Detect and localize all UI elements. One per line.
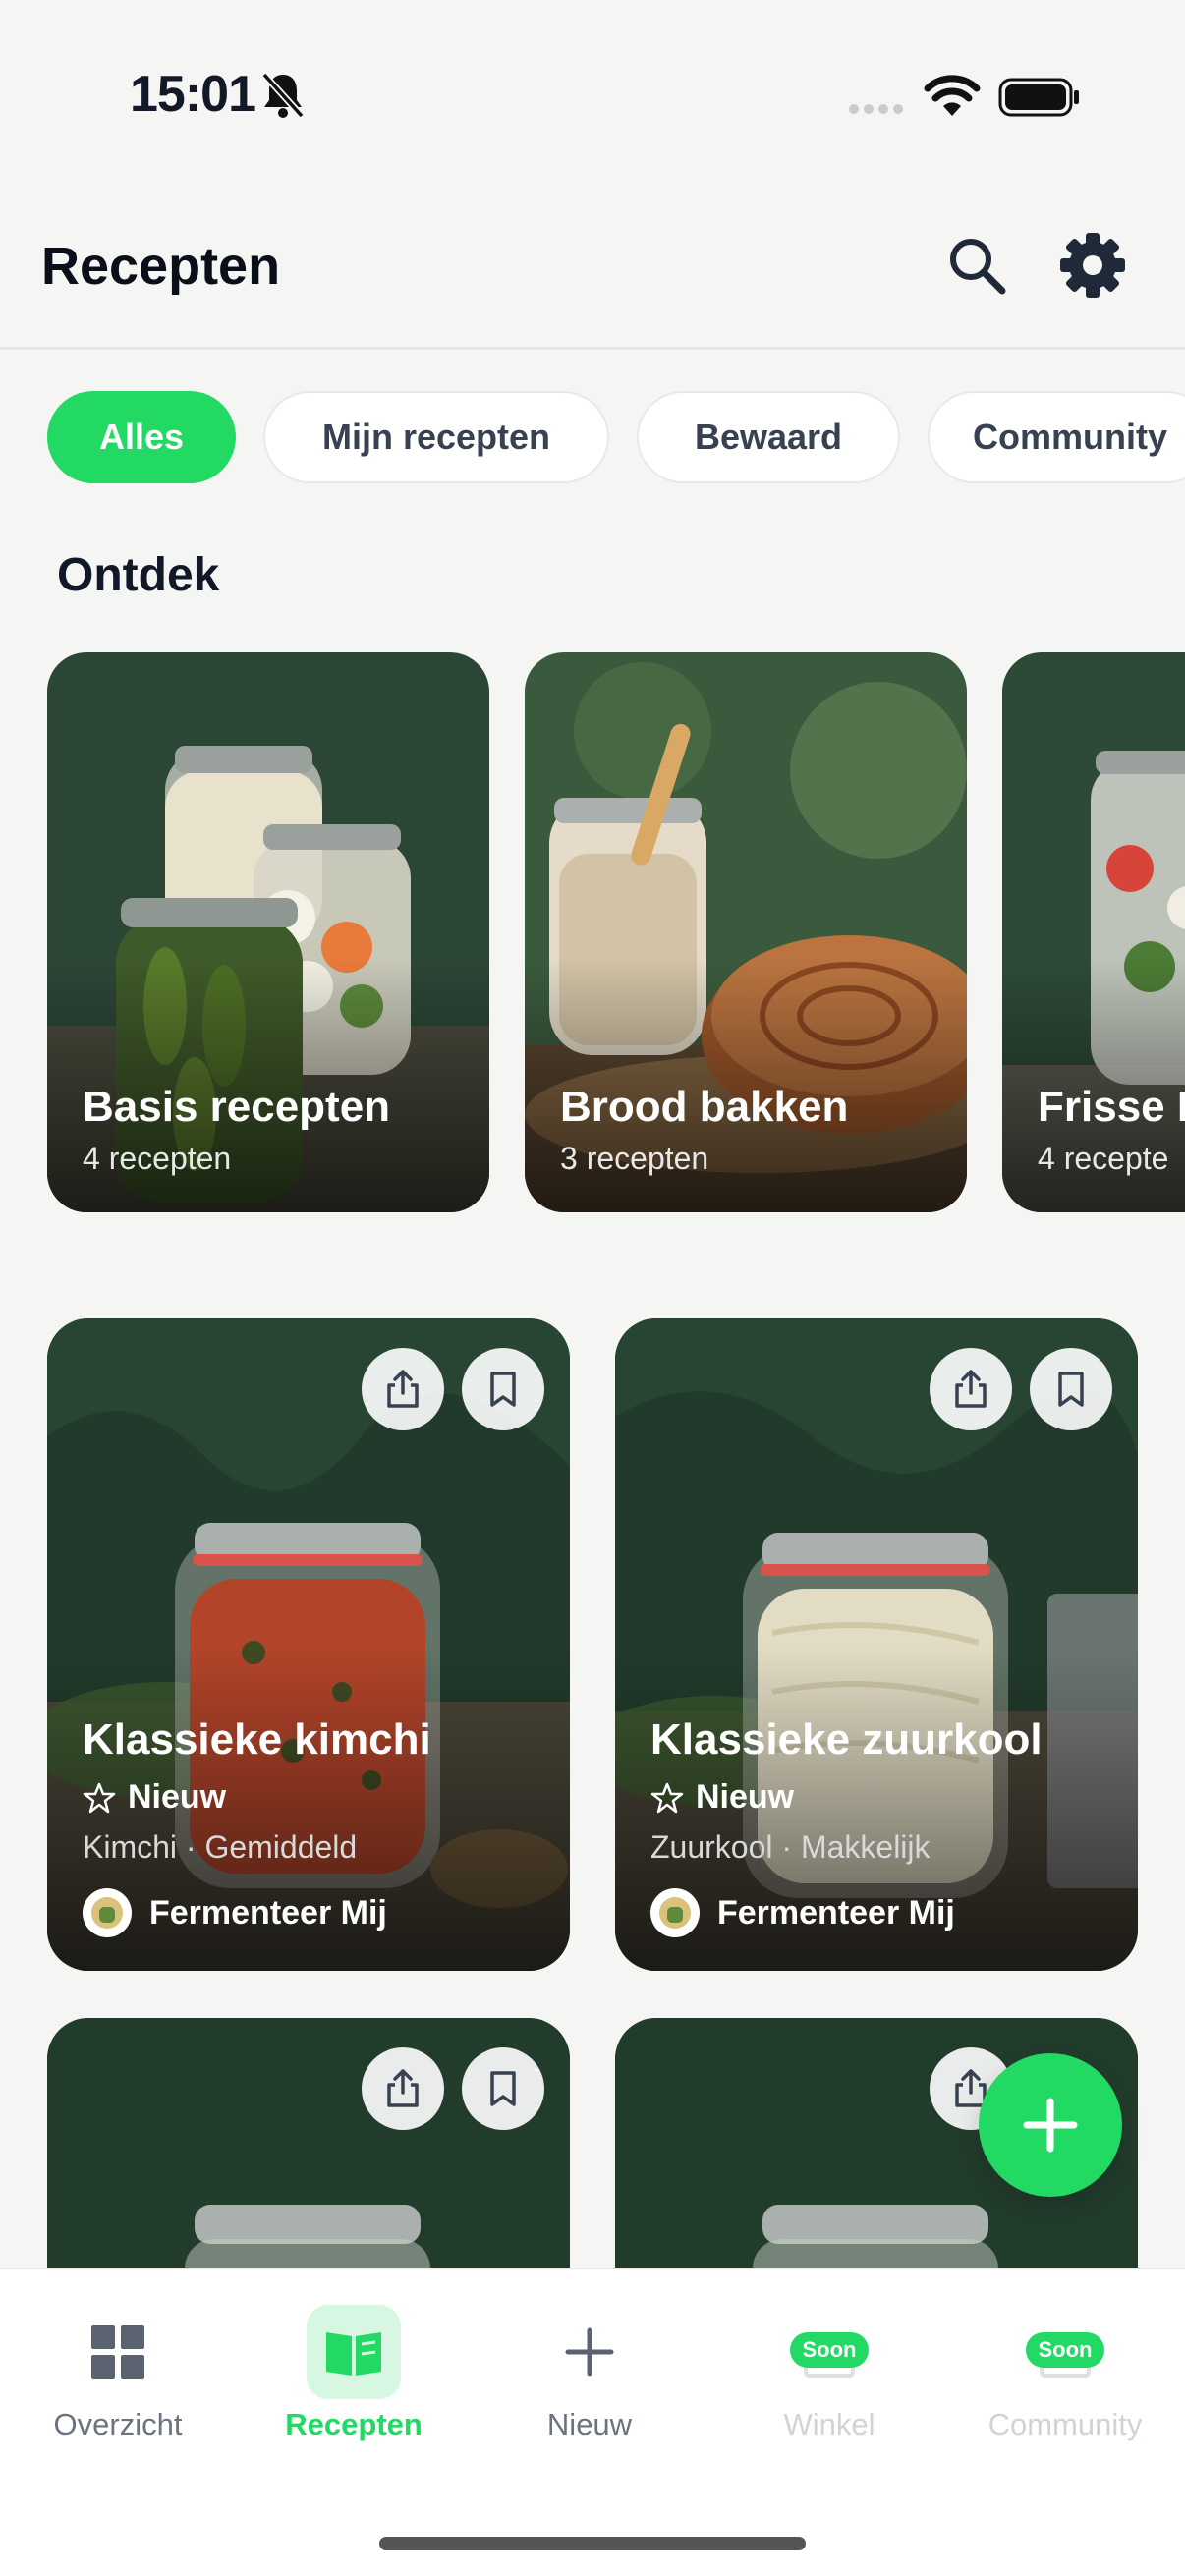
discover-card-fresh[interactable]: Frisse Fermen 4 recepte	[1002, 652, 1185, 1212]
community-icon: Soon	[1018, 2305, 1112, 2399]
tab-label: Nieuw	[546, 2407, 633, 2441]
bookmark-icon	[490, 1372, 516, 1407]
tab-overview[interactable]: Overzicht	[0, 2305, 236, 2442]
tab-label: Recepten	[285, 2407, 423, 2441]
bookmark-button[interactable]	[462, 1348, 544, 1430]
bookmark-button[interactable]	[1030, 1348, 1112, 1430]
share-button[interactable]	[930, 1348, 1012, 1430]
discover-carousel: Basis recepten 4 recepten Brood bakken 3…	[47, 652, 1185, 1212]
filter-community[interactable]: Community	[928, 391, 1185, 483]
page-title: Recepten	[41, 237, 281, 296]
recipe-meta: Zuurkool · Makkelijk	[650, 1829, 931, 1865]
discover-card-bread[interactable]: Brood bakken 3 recepten	[525, 652, 967, 1212]
discover-card-title: Basis recepten	[83, 1083, 391, 1131]
badge-label: Nieuw	[696, 1778, 795, 1816]
soon-badge: Soon	[1026, 2332, 1104, 2368]
filter-all[interactable]: Alles	[47, 391, 236, 483]
share-icon	[955, 1370, 987, 1408]
recipe-title: Klassieke kimchi	[83, 1715, 431, 1764]
plus-icon	[542, 2305, 637, 2399]
avatar	[650, 1888, 700, 1937]
recipe-card[interactable]: Klassieke kimchi Nieuw Kimchi · Gemiddel…	[47, 1318, 570, 1971]
shop-icon: Soon	[782, 2305, 876, 2399]
add-recipe-button[interactable]	[979, 2053, 1122, 2197]
new-badge: Nieuw	[650, 1778, 794, 1817]
badge-label: Nieuw	[128, 1778, 227, 1816]
section-title-discover: Ontdek	[57, 549, 220, 601]
filter-chips: Alles Mijn recepten Bewaard Community	[47, 391, 1185, 483]
share-icon	[387, 2069, 419, 2107]
bookmark-icon	[490, 2071, 516, 2106]
search-icon[interactable]	[943, 232, 1012, 301]
new-badge: Nieuw	[83, 1778, 226, 1817]
filter-saved[interactable]: Bewaard	[637, 391, 900, 483]
bottom-tab-bar: Overzicht Recepten Nieuw Soon Winkel Soo…	[0, 2268, 1185, 2576]
tab-label: Overzicht	[53, 2407, 183, 2441]
status-time: 15:01	[130, 66, 256, 123]
bookmark-button[interactable]	[462, 2047, 544, 2130]
avatar	[83, 1888, 132, 1937]
bookmark-icon	[1058, 1372, 1084, 1407]
discover-card-count: 4 recepten	[83, 1141, 232, 1176]
app-header: Recepten	[0, 187, 1185, 350]
share-button[interactable]	[362, 2047, 444, 2130]
author-name: Fermenteer Mij	[717, 1893, 955, 1932]
soon-badge: Soon	[790, 2332, 869, 2368]
discover-card-count: 4 recepte	[1038, 1141, 1169, 1176]
recipe-title: Klassieke zuurkool	[650, 1715, 1043, 1764]
grid-icon	[71, 2305, 165, 2399]
discover-card-title: Brood bakken	[560, 1083, 849, 1131]
recipe-author: Fermenteer Mij	[83, 1888, 387, 1937]
filter-my-recipes[interactable]: Mijn recepten	[263, 391, 609, 483]
tab-label: Winkel	[783, 2407, 875, 2441]
home-indicator[interactable]	[379, 2537, 806, 2550]
discover-card-basics[interactable]: Basis recepten 4 recepten	[47, 652, 489, 1212]
star-icon	[650, 1782, 684, 1813]
discover-card-title: Frisse Fermen	[1038, 1083, 1185, 1131]
tab-label: Community	[988, 2407, 1143, 2441]
recipe-meta: Kimchi · Gemiddeld	[83, 1829, 358, 1865]
plus-icon	[1023, 2098, 1078, 2153]
tab-new[interactable]: Nieuw	[472, 2305, 707, 2442]
share-icon	[387, 1370, 419, 1408]
discover-card-count: 3 recepten	[560, 1141, 709, 1176]
star-icon	[83, 1782, 116, 1813]
gear-icon[interactable]	[1057, 230, 1128, 301]
book-icon	[307, 2305, 401, 2399]
tab-community[interactable]: Soon Community	[947, 2305, 1183, 2442]
logo-icon	[659, 1897, 691, 1929]
recipe-author: Fermenteer Mij	[650, 1888, 955, 1937]
status-bar: 15:01	[0, 0, 1185, 187]
signal-icon	[849, 104, 903, 114]
recipe-card[interactable]: Klassieke zuurkool Nieuw Zuurkool · Makk…	[615, 1318, 1138, 1971]
tab-shop[interactable]: Soon Winkel	[711, 2305, 947, 2442]
author-name: Fermenteer Mij	[149, 1893, 387, 1932]
wifi-icon	[924, 75, 981, 116]
tab-recipes[interactable]: Recepten	[236, 2305, 472, 2442]
logo-icon	[91, 1897, 123, 1929]
battery-icon	[998, 78, 1079, 117]
share-button[interactable]	[362, 1348, 444, 1430]
bell-off-icon	[261, 72, 305, 119]
